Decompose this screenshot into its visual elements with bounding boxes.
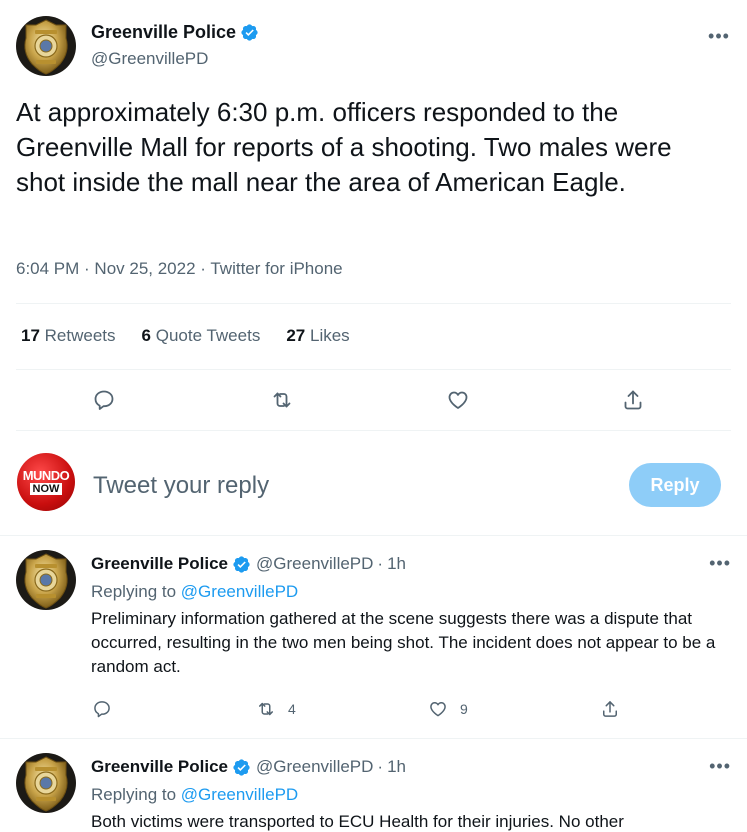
replying-to-link[interactable]: @GreenvillePD bbox=[181, 582, 298, 601]
avatar-logo-bottom: NOW bbox=[29, 483, 63, 495]
avatar[interactable] bbox=[16, 16, 76, 76]
police-badge-avatar-icon bbox=[16, 16, 76, 76]
more-options-icon[interactable]: ••• bbox=[709, 756, 731, 777]
like-count: 9 bbox=[460, 701, 468, 717]
separator-dot: · bbox=[377, 554, 384, 573]
avatar[interactable] bbox=[16, 753, 76, 813]
display-name[interactable]: Greenville Police bbox=[91, 757, 228, 777]
retweets-stat[interactable]: 17 Retweets bbox=[21, 326, 116, 346]
verified-badge-icon bbox=[240, 23, 259, 42]
tweet-text: At approximately 6:30 p.m. officers resp… bbox=[16, 97, 672, 197]
retweet-action[interactable] bbox=[262, 380, 302, 420]
replying-to: Replying to @GreenvillePD bbox=[91, 582, 299, 601]
divider bbox=[16, 369, 731, 370]
separator-dot: · bbox=[377, 757, 384, 776]
police-badge-avatar-icon bbox=[16, 550, 76, 610]
retweet-icon bbox=[259, 702, 273, 716]
verified-badge-icon bbox=[232, 758, 251, 777]
retweet-count: 4 bbox=[288, 701, 296, 717]
more-options-icon[interactable]: ••• bbox=[707, 24, 731, 48]
reply-composer: MUNDO NOW Tweet your reply Reply bbox=[0, 430, 747, 535]
reply-tweet[interactable]: Greenville Police @GreenvillePD · 1h •••… bbox=[0, 535, 747, 738]
quote-tweets-stat[interactable]: 6 Quote Tweets bbox=[142, 326, 261, 346]
share-icon bbox=[603, 701, 617, 717]
author-name-line[interactable]: Greenville Police bbox=[91, 22, 259, 43]
retweet-icon bbox=[273, 392, 291, 408]
reply-tweet[interactable]: Greenville Police @GreenvillePD · 1h •••… bbox=[0, 738, 747, 832]
reply-text: Preliminary information gathered at the … bbox=[91, 609, 716, 676]
replying-to: Replying to @GreenvillePD bbox=[91, 785, 299, 804]
reply-actions: 4 9 bbox=[0, 694, 747, 724]
heart-icon bbox=[448, 391, 468, 409]
main-tweet-actions bbox=[0, 380, 747, 420]
tweet-meta[interactable]: 6:04 PM · Nov 25, 2022 · Twitter for iPh… bbox=[16, 259, 343, 279]
tweet-stats: 17 Retweets 6 Quote Tweets 27 Likes bbox=[21, 326, 350, 346]
main-tweet-author: Greenville Police @GreenvillePD ••• bbox=[16, 16, 731, 78]
share-action[interactable] bbox=[600, 694, 620, 724]
avatar-logo-top: MUNDO bbox=[22, 468, 70, 483]
likes-stat[interactable]: 27 Likes bbox=[286, 326, 349, 346]
avatar[interactable]: MUNDO NOW bbox=[17, 453, 75, 511]
reply-icon bbox=[94, 390, 114, 410]
verified-badge-icon bbox=[232, 555, 251, 574]
reply-text: Both victims were transported to ECU Hea… bbox=[91, 812, 624, 831]
reply-header: Greenville Police @GreenvillePD · 1h bbox=[91, 757, 406, 777]
reply-action[interactable] bbox=[84, 380, 124, 420]
author-handle[interactable]: @GreenvillePD bbox=[256, 554, 373, 574]
reply-action[interactable] bbox=[92, 694, 112, 724]
retweet-action[interactable]: 4 bbox=[256, 694, 296, 724]
reply-input[interactable]: Tweet your reply bbox=[93, 472, 269, 500]
police-badge-avatar-icon bbox=[16, 753, 76, 813]
timestamp[interactable]: 1h bbox=[387, 757, 406, 777]
display-name[interactable]: Greenville Police bbox=[91, 22, 236, 43]
reply-button[interactable]: Reply bbox=[629, 463, 721, 507]
avatar[interactable] bbox=[16, 550, 76, 610]
heart-icon bbox=[430, 702, 446, 717]
like-action[interactable]: 9 bbox=[428, 694, 468, 724]
share-icon bbox=[624, 390, 642, 410]
author-handle[interactable]: @GreenvillePD bbox=[256, 757, 373, 777]
replying-to-link[interactable]: @GreenvillePD bbox=[181, 785, 298, 804]
timestamp[interactable]: 1h bbox=[387, 554, 406, 574]
display-name[interactable]: Greenville Police bbox=[91, 554, 228, 574]
reply-icon bbox=[94, 701, 110, 718]
more-options-icon[interactable]: ••• bbox=[709, 553, 731, 574]
author-handle[interactable]: @GreenvillePD bbox=[91, 49, 208, 69]
share-action[interactable] bbox=[613, 380, 653, 420]
divider bbox=[16, 303, 731, 304]
reply-header: Greenville Police @GreenvillePD · 1h bbox=[91, 554, 406, 574]
like-action[interactable] bbox=[438, 380, 478, 420]
